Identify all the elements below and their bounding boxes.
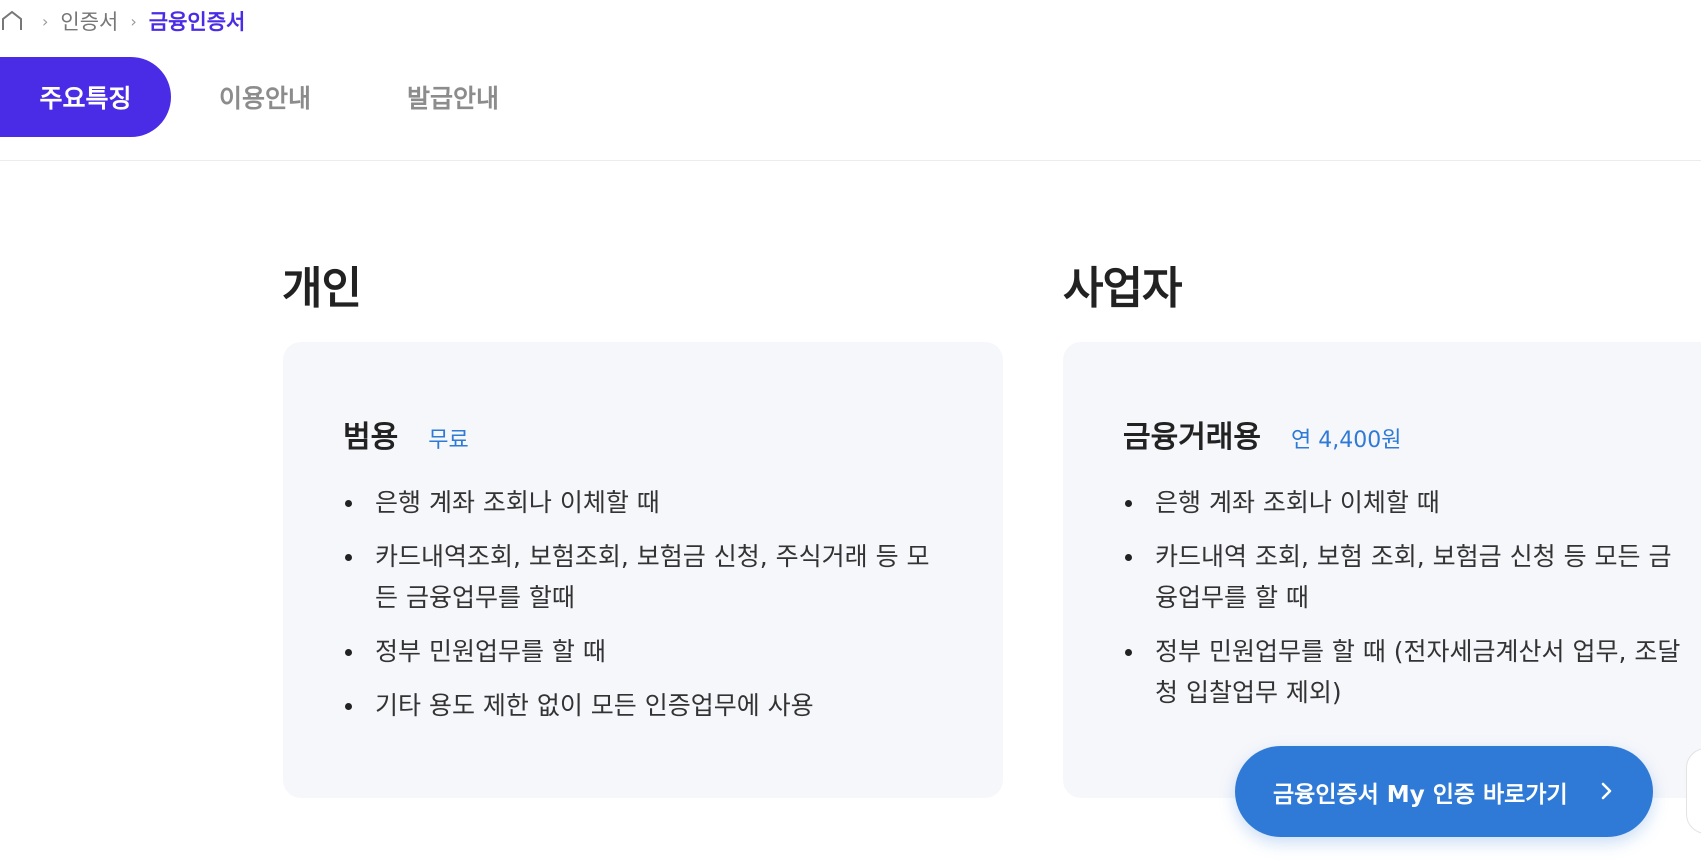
- card-header: 금융거래용 연 4,400원: [1123, 412, 1401, 456]
- my-certificate-link-button[interactable]: 금융인증서 My 인증 바로가기: [1235, 746, 1653, 837]
- tab-divider: [0, 160, 1701, 161]
- list-item: 정부 민원업무를 할 때: [343, 631, 943, 672]
- section-title-personal: 개인: [282, 263, 362, 314]
- tab-usage-guide[interactable]: 이용안내: [171, 57, 359, 137]
- list-item: 카드내역조회, 보험조회, 보험금 신청, 주식거래 등 모든 금융업무를 할때: [343, 536, 943, 618]
- list-item: 카드내역 조회, 보험 조회, 보험금 신청 등 모든 금융업무를 할 때: [1123, 536, 1693, 618]
- tab-issuance-guide[interactable]: 발급안내: [359, 57, 547, 137]
- breadcrumb-item-certificate[interactable]: 인증서: [60, 6, 118, 36]
- tab-bar: 주요특징 이용안내 발급안내: [0, 57, 547, 137]
- card-price: 무료: [428, 428, 469, 453]
- chevron-right-icon: [1593, 778, 1619, 804]
- breadcrumb-item-current: 금융인증서: [148, 10, 246, 34]
- feature-list: 은행 계좌 조회나 이체할 때 카드내역 조회, 보험 조회, 보험금 신청 등…: [1123, 482, 1693, 726]
- feature-list: 은행 계좌 조회나 이체할 때 카드내역조회, 보험조회, 보험금 신청, 주식…: [343, 482, 943, 739]
- home-icon[interactable]: [0, 9, 24, 33]
- card-price: 연 4,400원: [1291, 428, 1402, 453]
- list-item: 은행 계좌 조회나 이체할 때: [1123, 482, 1693, 523]
- breadcrumb: › 인증서 › 금융인증서: [0, 5, 245, 37]
- side-floating-button[interactable]: [1686, 748, 1701, 834]
- chevron-right-icon: ›: [130, 11, 137, 31]
- card-business: 금융거래용 연 4,400원 은행 계좌 조회나 이체할 때 카드내역 조회, …: [1063, 342, 1701, 798]
- list-item: 정부 민원업무를 할 때 (전자세금계산서 업무, 조달청 입찰업무 제외): [1123, 631, 1693, 713]
- tab-features[interactable]: 주요특징: [0, 57, 171, 137]
- card-name: 범용: [343, 420, 399, 455]
- list-item: 은행 계좌 조회나 이체할 때: [343, 482, 943, 523]
- card-name: 금융거래용: [1123, 420, 1261, 455]
- chevron-right-icon: ›: [42, 11, 49, 31]
- section-title-business: 사업자: [1063, 263, 1182, 314]
- list-item: 기타 용도 제한 없이 모든 인증업무에 사용: [343, 685, 943, 726]
- card-personal: 범용 무료 은행 계좌 조회나 이체할 때 카드내역조회, 보험조회, 보험금 …: [283, 342, 1003, 798]
- card-header: 범용 무료: [343, 412, 469, 456]
- cta-label: 금융인증서 My 인증 바로가기: [1273, 781, 1568, 808]
